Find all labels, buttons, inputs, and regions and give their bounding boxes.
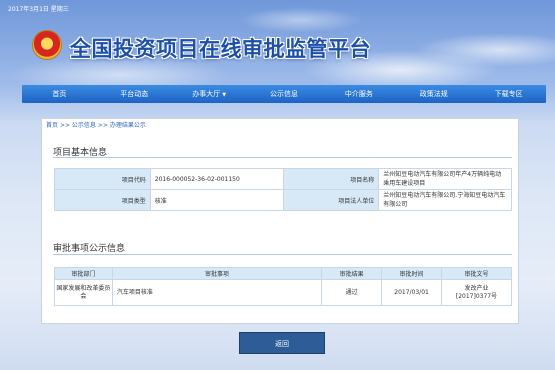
nav-item-downloads[interactable]: 下载专区 [471, 85, 546, 103]
cell-doc: 发改产业[2017]0377号 [441, 279, 512, 306]
breadcrumb-separator: >> [97, 122, 108, 129]
legal-entity-label: 项目法人单位 [282, 189, 380, 211]
nav-label: 公示信息 [270, 90, 298, 98]
legal-entity-value: 兰州知豆电动汽车有限公司.宁海知豆电动汽车有限公司 [378, 189, 512, 211]
approval-table: 审批部门 审批事项 审批结果 审批时间 审批文号 国家发展和改革委员会 汽车项目… [54, 267, 512, 306]
back-button[interactable]: 返回 [239, 332, 325, 354]
nav-label: 下载专区 [494, 90, 523, 98]
approval-info-title: 审批事项公示信息 [53, 244, 126, 254]
site-title: 全国投资项目在线审批监管平台 [70, 37, 371, 61]
nav-item-service-hall[interactable]: 办事大厅 ▼ [172, 85, 247, 103]
nav-label: 中介服务 [344, 90, 373, 98]
col-header-item: 审批事项 [111, 267, 323, 280]
divider [53, 157, 512, 158]
table-header-row: 审批部门 审批事项 审批结果 审批时间 审批文号 [54, 267, 512, 280]
project-code-label: 项目代码 [54, 168, 151, 190]
col-header-result: 审批结果 [321, 267, 383, 280]
breadcrumb-home[interactable]: 首页 [46, 122, 58, 129]
table-row: 项目代码 2016-000052-36-02-001150 项目名称 兰州知豆电… [54, 168, 512, 190]
nav-label: 平台动态 [120, 90, 149, 98]
project-type-value: 核准 [149, 189, 284, 211]
content-panel: 首页 >> 公示信息 >> 办理结果公示 项目基本信息 项目代码 2016-00… [41, 118, 519, 324]
project-code-value: 2016-000052-36-02-001150 [149, 168, 284, 190]
col-header-date: 审批时间 [381, 267, 443, 280]
nav-item-agency-service[interactable]: 中介服务 [321, 85, 396, 103]
col-header-doc: 审批文号 [441, 267, 512, 280]
cell-dept: 国家发展和改革委员会 [54, 279, 113, 306]
project-name-label: 项目名称 [282, 168, 380, 190]
table-row: 项目类型 核准 项目法人单位 兰州知豆电动汽车有限公司.宁海知豆电动汽车有限公司 [54, 189, 512, 211]
nav-item-news[interactable]: 平台动态 [97, 85, 172, 103]
nav-label: 政策法规 [419, 90, 448, 98]
current-date: 2017年3月1日 星期三 [8, 6, 69, 13]
cell-date: 2017/03/01 [381, 279, 443, 306]
cell-result: 通过 [321, 279, 383, 306]
national-emblem-icon [32, 30, 62, 60]
chevron-down-icon: ▼ [222, 92, 227, 98]
main-nav: 首页 平台动态 办事大厅 ▼ 公示信息 中介服务 政策法规 下载专区 [22, 85, 546, 103]
nav-item-public-info[interactable]: 公示信息 [247, 85, 322, 103]
nav-label: 首页 [52, 90, 67, 98]
breadcrumb-separator: >> [59, 122, 70, 129]
breadcrumb-public-info[interactable]: 公示信息 [72, 122, 96, 129]
nav-label: 办事大厅 [192, 90, 221, 98]
table-row: 国家发展和改革委员会 汽车项目核准 通过 2017/03/01 发改产业[201… [54, 279, 512, 306]
project-type-label: 项目类型 [54, 189, 151, 211]
nav-item-policies[interactable]: 政策法规 [396, 85, 471, 103]
col-header-dept: 审批部门 [54, 267, 113, 280]
breadcrumb-current: 办理结果公示 [109, 122, 146, 129]
nav-item-home[interactable]: 首页 [22, 85, 97, 103]
project-name-value: 兰州知豆电动汽车有限公司年产4万辆纯电动乘用车建设项目 [378, 168, 512, 190]
divider [53, 254, 512, 255]
breadcrumb: 首页 >> 公示信息 >> 办理结果公示 [46, 120, 146, 129]
cell-item: 汽车项目核准 [111, 279, 323, 306]
basic-info-table: 项目代码 2016-000052-36-02-001150 项目名称 兰州知豆电… [54, 168, 512, 211]
